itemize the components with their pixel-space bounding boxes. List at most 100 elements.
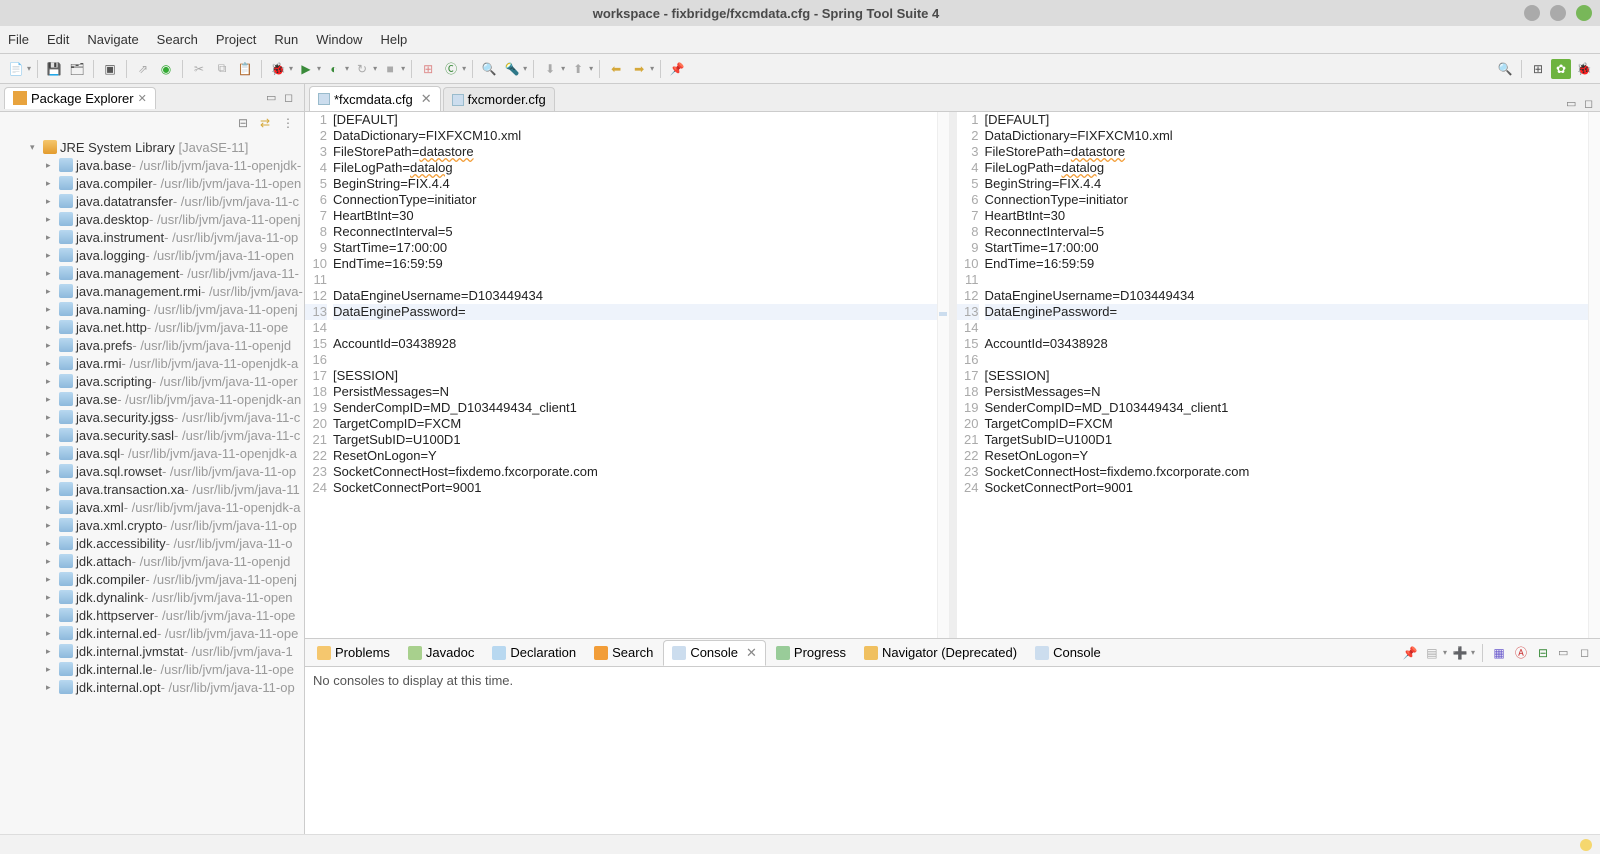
stop-console-icon[interactable]: Ⓐ bbox=[1512, 644, 1530, 662]
editor-pane-left[interactable]: 123456789101112131415161718192021222324 … bbox=[305, 112, 957, 638]
new-class-icon[interactable]: Ⓒ bbox=[441, 59, 461, 79]
dropdown-icon[interactable]: ▾ bbox=[289, 64, 293, 73]
dropdown-icon[interactable]: ▾ bbox=[27, 64, 31, 73]
editor-tab-fxcmdata[interactable]: *fxcmdata.cfg ✕ bbox=[309, 86, 441, 111]
prev-annotation-icon[interactable]: ⬆ bbox=[568, 59, 588, 79]
expand-arrow-icon[interactable]: ▸ bbox=[46, 610, 56, 621]
editor-tab-fxcmorder[interactable]: fxcmorder.cfg bbox=[443, 87, 555, 111]
overview-ruler[interactable] bbox=[937, 112, 949, 638]
expand-arrow-icon[interactable]: ▸ bbox=[46, 178, 56, 189]
close-button[interactable] bbox=[1576, 5, 1592, 21]
new-icon[interactable]: 📄 bbox=[6, 59, 26, 79]
editor-pane-right[interactable]: 123456789101112131415161718192021222324 … bbox=[957, 112, 1600, 638]
clear-console-icon[interactable]: ▦ bbox=[1490, 644, 1508, 662]
code-content[interactable]: [DEFAULT]DataDictionary=FIXFXCM10.xmlFil… bbox=[985, 112, 1589, 638]
jar-node[interactable]: ▸java.desktop - /usr/lib/jvm/java-11-ope… bbox=[0, 210, 304, 228]
menu-project[interactable]: Project bbox=[216, 32, 256, 47]
tab-console-2[interactable]: Console bbox=[1027, 641, 1109, 664]
jar-node[interactable]: ▸jdk.compiler - /usr/lib/jvm/java-11-ope… bbox=[0, 570, 304, 588]
boot-dashboard-icon[interactable]: ◉ bbox=[156, 59, 176, 79]
expand-arrow-icon[interactable]: ▸ bbox=[46, 304, 56, 315]
maximize-panel-icon[interactable]: ◻ bbox=[1580, 646, 1594, 660]
jar-node[interactable]: ▸java.logging - /usr/lib/jvm/java-11-ope… bbox=[0, 246, 304, 264]
tab-problems[interactable]: Problems bbox=[309, 641, 398, 664]
jar-node[interactable]: ▸java.net.http - /usr/lib/jvm/java-11-op… bbox=[0, 318, 304, 336]
tab-console[interactable]: Console✕ bbox=[663, 640, 766, 666]
menu-help[interactable]: Help bbox=[380, 32, 407, 47]
stop-icon[interactable]: ■ bbox=[380, 59, 400, 79]
expand-arrow-icon[interactable]: ▸ bbox=[46, 376, 56, 387]
tab-javadoc[interactable]: Javadoc bbox=[400, 641, 482, 664]
maximize-view-icon[interactable]: ◻ bbox=[284, 91, 298, 105]
jar-node[interactable]: ▸java.instrument - /usr/lib/jvm/java-11-… bbox=[0, 228, 304, 246]
dropdown-icon[interactable]: ▾ bbox=[650, 64, 654, 73]
overview-ruler[interactable] bbox=[1588, 112, 1600, 638]
dropdown-icon[interactable]: ▾ bbox=[345, 64, 349, 73]
expand-arrow-icon[interactable]: ▸ bbox=[46, 574, 56, 585]
minimize-button[interactable] bbox=[1524, 5, 1540, 21]
jar-node[interactable]: ▸java.rmi - /usr/lib/jvm/java-11-openjdk… bbox=[0, 354, 304, 372]
debug-icon[interactable]: 🐞 bbox=[268, 59, 288, 79]
jar-node[interactable]: ▸java.sql.rowset - /usr/lib/jvm/java-11-… bbox=[0, 462, 304, 480]
jar-node[interactable]: ▸java.security.sasl - /usr/lib/jvm/java-… bbox=[0, 426, 304, 444]
maximize-editor-icon[interactable]: ◻ bbox=[1584, 97, 1598, 111]
display-console-icon[interactable]: ▤ bbox=[1423, 644, 1441, 662]
jar-node[interactable]: ▸java.prefs - /usr/lib/jvm/java-11-openj… bbox=[0, 336, 304, 354]
coverage-icon[interactable]: ◐ bbox=[324, 59, 344, 79]
collapse-all-icon[interactable]: ⊟ bbox=[238, 116, 254, 132]
expand-arrow-icon[interactable]: ▸ bbox=[46, 556, 56, 567]
new-package-icon[interactable]: ⊞ bbox=[418, 59, 438, 79]
tab-search[interactable]: Search bbox=[586, 641, 661, 664]
jar-node[interactable]: ▸jdk.internal.jvmstat - /usr/lib/jvm/jav… bbox=[0, 642, 304, 660]
open-console-icon[interactable]: ➕ bbox=[1451, 644, 1469, 662]
close-icon[interactable]: ✕ bbox=[746, 645, 757, 661]
pin-console-icon[interactable]: 📌 bbox=[1401, 644, 1419, 662]
jar-node[interactable]: ▸java.naming - /usr/lib/jvm/java-11-open… bbox=[0, 300, 304, 318]
jar-node[interactable]: ▸jdk.dynalink - /usr/lib/jvm/java-11-ope… bbox=[0, 588, 304, 606]
menu-window[interactable]: Window bbox=[316, 32, 362, 47]
tab-progress[interactable]: Progress bbox=[768, 641, 854, 664]
open-perspective-icon[interactable]: ⊞ bbox=[1528, 59, 1548, 79]
save-icon[interactable]: 💾 bbox=[44, 59, 64, 79]
expand-arrow-icon[interactable]: ▸ bbox=[46, 664, 56, 675]
expand-arrow-icon[interactable]: ▸ bbox=[46, 412, 56, 423]
expand-arrow-icon[interactable]: ▸ bbox=[46, 340, 56, 351]
expand-arrow-icon[interactable]: ▸ bbox=[46, 682, 56, 693]
dropdown-icon[interactable]: ▾ bbox=[523, 64, 527, 73]
save-all-icon[interactable]: 🗂 bbox=[67, 59, 87, 79]
jre-library-node[interactable]: ▾ JRE System Library [JavaSE-11] bbox=[0, 138, 304, 156]
open-type-icon[interactable]: 🔍 bbox=[479, 59, 499, 79]
dropdown-icon[interactable]: ▾ bbox=[317, 64, 321, 73]
link-editor-icon[interactable]: ⇄ bbox=[260, 116, 276, 132]
maximize-button[interactable] bbox=[1550, 5, 1566, 21]
expand-arrow-icon[interactable]: ▸ bbox=[46, 520, 56, 531]
pin-editor-icon[interactable]: 📌 bbox=[667, 59, 687, 79]
jar-node[interactable]: ▸jdk.accessibility - /usr/lib/jvm/java-1… bbox=[0, 534, 304, 552]
dropdown-icon[interactable]: ▾ bbox=[1471, 648, 1475, 657]
close-icon[interactable]: ✕ bbox=[138, 92, 147, 105]
expand-arrow-icon[interactable]: ▸ bbox=[46, 232, 56, 243]
expand-arrow-icon[interactable]: ▸ bbox=[46, 160, 56, 171]
spring-perspective-icon[interactable]: ✿ bbox=[1551, 59, 1571, 79]
search-icon[interactable]: 🔦 bbox=[502, 59, 522, 79]
expand-arrow-icon[interactable]: ▸ bbox=[46, 502, 56, 513]
menu-file[interactable]: File bbox=[8, 32, 29, 47]
next-annotation-icon[interactable]: ⬇ bbox=[540, 59, 560, 79]
skip-breakpoints-icon[interactable]: ⇗ bbox=[133, 59, 153, 79]
expand-arrow-icon[interactable]: ▸ bbox=[46, 268, 56, 279]
tab-declaration[interactable]: Declaration bbox=[484, 641, 584, 664]
package-tree[interactable]: ▾ JRE System Library [JavaSE-11] ▸java.b… bbox=[0, 136, 304, 834]
copy-icon[interactable]: ⧉ bbox=[212, 59, 232, 79]
jar-node[interactable]: ▸java.sql - /usr/lib/jvm/java-11-openjdk… bbox=[0, 444, 304, 462]
expand-arrow-icon[interactable]: ▸ bbox=[46, 394, 56, 405]
jar-node[interactable]: ▸java.security.jgss - /usr/lib/jvm/java-… bbox=[0, 408, 304, 426]
menu-navigate[interactable]: Navigate bbox=[87, 32, 138, 47]
paste-icon[interactable]: 📋 bbox=[235, 59, 255, 79]
expand-arrow-icon[interactable]: ▸ bbox=[46, 358, 56, 369]
terminal-icon[interactable]: ▣ bbox=[100, 59, 120, 79]
menu-run[interactable]: Run bbox=[274, 32, 298, 47]
expand-arrow-icon[interactable]: ▸ bbox=[46, 430, 56, 441]
back-icon[interactable]: ⬅ bbox=[606, 59, 626, 79]
expand-arrow-icon[interactable]: ▸ bbox=[46, 250, 56, 261]
jar-node[interactable]: ▸java.scripting - /usr/lib/jvm/java-11-o… bbox=[0, 372, 304, 390]
